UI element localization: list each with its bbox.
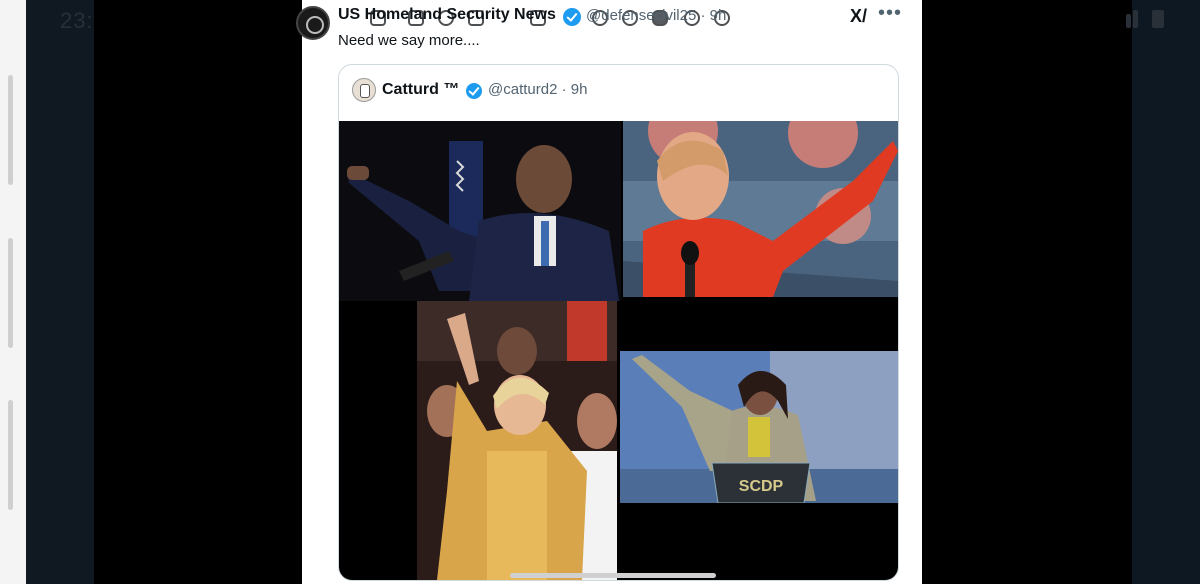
quoted-author-handle[interactable]: @catturd2 · 9h: [488, 81, 587, 98]
device-right-bezel: [1132, 0, 1200, 584]
status-bar-icons: [1100, 10, 1170, 30]
more-options-icon[interactable]: •••: [878, 2, 902, 25]
collage-image-4[interactable]: SCDP: [620, 351, 898, 503]
podium-sign: SCDP: [739, 478, 784, 495]
letterbox-right: [922, 0, 1132, 584]
quoted-author-name[interactable]: Catturd ™: [382, 81, 459, 99]
signal-bar-icon: [1133, 10, 1138, 28]
author-name[interactable]: US Homeland Security News: [338, 6, 556, 24]
scrollbar-track-segment: [8, 238, 13, 348]
collage-image-3[interactable]: [417, 301, 617, 580]
quoted-verified-badge-icon: [466, 83, 482, 99]
collage-image-2[interactable]: [623, 121, 898, 297]
home-indicator[interactable]: [510, 573, 716, 578]
collage-image-1-graphic: [339, 121, 621, 301]
author-avatar[interactable]: [296, 6, 330, 40]
collage-image-1[interactable]: [339, 121, 621, 301]
verified-badge-icon: [563, 8, 581, 26]
collage-image-4-graphic: SCDP: [620, 351, 898, 503]
tweet-text: Need we say more....: [338, 32, 480, 49]
grok-icon[interactable]: X/: [850, 6, 867, 27]
battery-icon: [1152, 10, 1164, 28]
status-bar-time: 23:: [60, 8, 94, 33]
image-collage[interactable]: SCDP: [339, 121, 898, 580]
letterbox-left: [94, 0, 302, 584]
signal-icon: [1126, 14, 1131, 28]
device-left-bezel: [0, 0, 26, 584]
author-handle[interactable]: @defensecivil25 · 9h: [586, 7, 726, 24]
quoted-tweet-card[interactable]: Catturd ™ @catturd2 · 9h SCDP: [338, 64, 899, 581]
collage-image-3-graphic: [417, 301, 617, 580]
scrollbar-track[interactable]: [8, 75, 13, 185]
collage-image-2-graphic: [623, 121, 898, 297]
scrollbar-track-segment-lower: [8, 400, 13, 510]
quoted-author-avatar[interactable]: [352, 78, 376, 102]
